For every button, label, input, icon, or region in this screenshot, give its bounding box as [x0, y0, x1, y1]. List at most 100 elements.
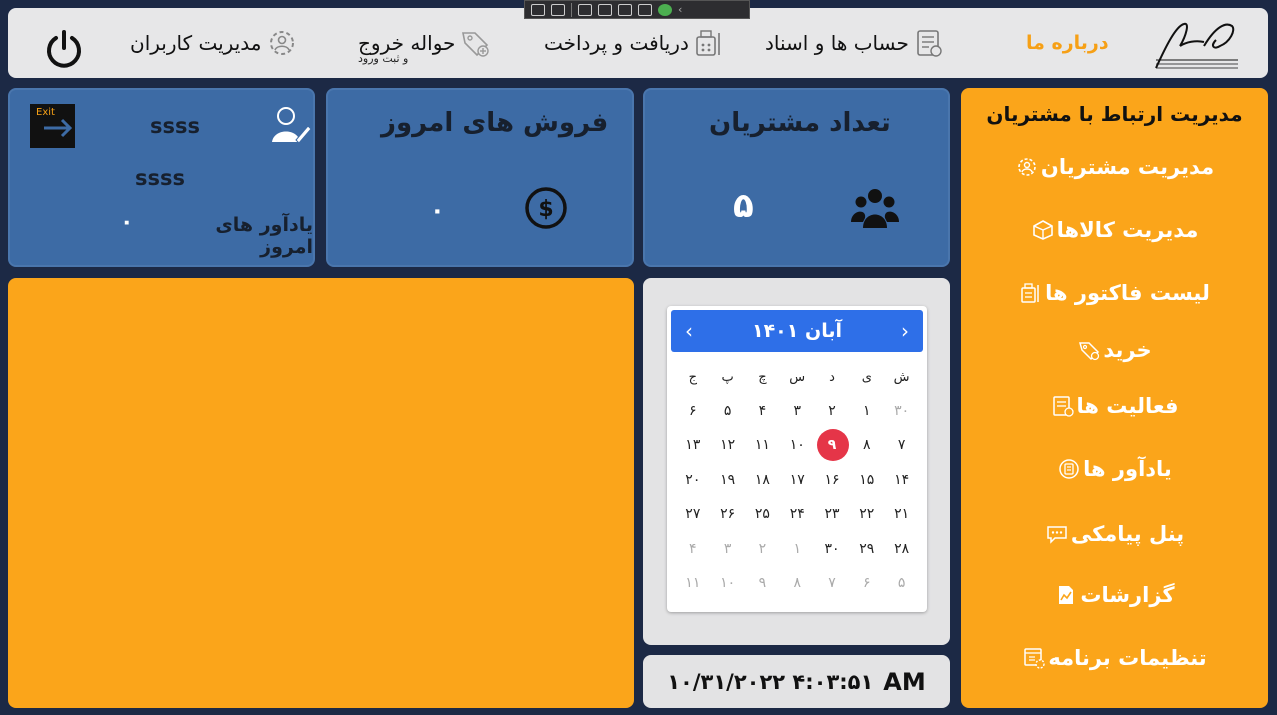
user-settings-icon	[266, 27, 298, 59]
clock-panel: ۱۰/۳۱/۲۰۲۲ ۴:۰۳:۵۱ AM	[643, 655, 950, 708]
calendar-day[interactable]: ۲۳	[815, 498, 850, 530]
nav-transfer[interactable]: حواله خروج	[358, 8, 491, 78]
calendar-day[interactable]: ۱	[849, 395, 884, 427]
nav-transfer-sublabel: و ثبت ورود	[358, 52, 409, 65]
calendar-header: ‹ آبان ۱۴۰۱ ›	[671, 310, 923, 352]
sms-icon	[1045, 522, 1069, 546]
calendar-today[interactable]: ۹	[815, 429, 850, 462]
weekday-label: چ	[758, 370, 767, 385]
tag-icon	[1077, 338, 1101, 362]
calendar-day[interactable]: ۱۰	[780, 429, 815, 461]
exit-button[interactable]: Exit	[30, 104, 75, 148]
calendar-day[interactable]: ۱۳	[675, 429, 710, 461]
calendar-week: ۷ ۸ ۹ ۱۰ ۱۱ ۱۲ ۱۳	[675, 429, 919, 462]
calendar-day[interactable]: ۱۲	[710, 429, 745, 461]
calendar-day[interactable]: ۵	[710, 395, 745, 427]
calendar-day[interactable]: ۱۹	[710, 464, 745, 496]
calendar-day[interactable]: ۹	[745, 567, 780, 599]
calendar-day[interactable]: ۲	[815, 395, 850, 427]
calendar-day[interactable]: ۲۸	[884, 533, 919, 565]
weekday-label: د	[829, 370, 835, 385]
calendar-day[interactable]: ۳۰	[815, 533, 850, 565]
calendar-day[interactable]: ۱۴	[884, 464, 919, 496]
calendar-day[interactable]: ۲۱	[884, 498, 919, 530]
invoice-list-icon	[1019, 281, 1043, 305]
nav-about-label: درباره ما	[1026, 32, 1109, 54]
menu-item[interactable]: خرید	[961, 333, 1268, 367]
calendar-day[interactable]: ۳۰	[884, 395, 919, 427]
menu-item[interactable]: مدیریت کالاها	[961, 213, 1268, 247]
content-panel	[8, 278, 634, 708]
calendar-day[interactable]: ۲۹	[849, 533, 884, 565]
menu-item[interactable]: یادآور ها	[961, 452, 1268, 486]
calendar-day[interactable]: ۸	[849, 429, 884, 461]
calendar-day[interactable]: ۱۸	[745, 464, 780, 496]
calendar-next-button[interactable]: ›	[901, 319, 909, 343]
calendar-day[interactable]: ۶	[675, 395, 710, 427]
video-icon[interactable]	[551, 3, 565, 16]
calendar-day[interactable]: ۱۶	[815, 464, 850, 496]
users-group-icon	[851, 186, 899, 230]
calendar-day[interactable]: ۷	[815, 567, 850, 599]
hot-reload-icon[interactable]	[638, 3, 652, 16]
calendar-day[interactable]: ۱۱	[745, 429, 780, 461]
nav-accounts-label: حساب ها و اسناد	[765, 31, 909, 55]
calendar-day[interactable]: ۲	[745, 533, 780, 565]
calendar-prev-button[interactable]: ‹	[685, 319, 693, 343]
calendar-day[interactable]: ۲۴	[780, 498, 815, 530]
customers-settings-icon	[1015, 155, 1039, 179]
calendar-day[interactable]: ۱۰	[710, 567, 745, 599]
track-focus-icon[interactable]	[618, 3, 632, 16]
layout-adorner-icon[interactable]	[598, 3, 612, 16]
menu-title: مدیریت ارتباط با مشتریان	[986, 102, 1243, 126]
calendar-day[interactable]: ۵	[884, 567, 919, 599]
nav-payments-label: دریافت و پرداخت	[544, 31, 689, 55]
menu-item-label: گزارشات	[1080, 583, 1175, 607]
pointer-select-icon[interactable]	[578, 3, 592, 16]
user-name: ssss	[150, 114, 200, 138]
report-icon	[1054, 583, 1078, 607]
toolbar-divider	[571, 2, 572, 17]
chevron-left-icon[interactable]: ‹	[678, 3, 682, 16]
check-icon[interactable]	[658, 3, 672, 16]
calendar-day[interactable]: ۲۶	[710, 498, 745, 530]
menu-item[interactable]: مدیریت مشتریان	[961, 150, 1268, 184]
menu-item[interactable]: تنظیمات برنامه	[961, 641, 1268, 675]
svg-text:$: $	[538, 197, 553, 222]
menu-item[interactable]: لیست فاکتور ها	[961, 276, 1268, 310]
clock-ampm: AM	[883, 667, 926, 696]
user-edit-icon[interactable]	[268, 104, 312, 146]
calendar-day[interactable]: ۳	[780, 395, 815, 427]
nav-users[interactable]: مدیریت کاربران	[130, 8, 298, 78]
calendar-day[interactable]: ۴	[745, 395, 780, 427]
calendar-panel: ‹ آبان ۱۴۰۱ › ش ی د س چ پ ج ۳۰ ۱ ۲ ۳ ۴ ۵ ۶ ۷ ۸ ۹ ۱۰ ۱۱ ۱۲ ۱۳…	[643, 278, 950, 645]
calendar-day[interactable]: ۴	[675, 533, 710, 565]
calendar-day[interactable]: ۱۱	[675, 567, 710, 599]
calendar-day[interactable]: ۱۵	[849, 464, 884, 496]
calendar-day[interactable]: ۲۰	[675, 464, 710, 496]
menu-item[interactable]: فعالیت ها	[961, 389, 1268, 423]
exit-arrow-icon	[44, 118, 73, 138]
calendar-day[interactable]: ۳	[710, 533, 745, 565]
menu-item[interactable]: گزارشات	[961, 578, 1268, 612]
reminders-label: یادآور های امروز	[215, 214, 313, 258]
calendar-day[interactable]: ۷	[884, 429, 919, 461]
calendar-day[interactable]: ۸	[780, 567, 815, 599]
calendar-day[interactable]: ۱	[780, 533, 815, 565]
weekday-label: ی	[861, 370, 872, 385]
nav-about[interactable]: درباره ما	[1026, 8, 1109, 78]
calendar-day[interactable]: ۲۵	[745, 498, 780, 530]
nav-accounts[interactable]: حساب ها و اسناد	[765, 8, 945, 78]
menu-item[interactable]: پنل پیامکی	[961, 517, 1268, 551]
user-card: Exit ssss ssss یادآور های امروز ۰	[8, 88, 315, 267]
select-element-icon[interactable]	[531, 3, 545, 16]
box-icon	[1031, 218, 1055, 242]
weekday-label: پ	[721, 370, 734, 385]
calendar-day[interactable]: ۲۷	[675, 498, 710, 530]
calendar-day[interactable]: ۱۷	[780, 464, 815, 496]
power-button[interactable]	[42, 28, 86, 72]
activity-icon	[1051, 394, 1075, 418]
tag-add-icon	[459, 27, 491, 59]
calendar-day[interactable]: ۲۲	[849, 498, 884, 530]
calendar-day[interactable]: ۶	[849, 567, 884, 599]
